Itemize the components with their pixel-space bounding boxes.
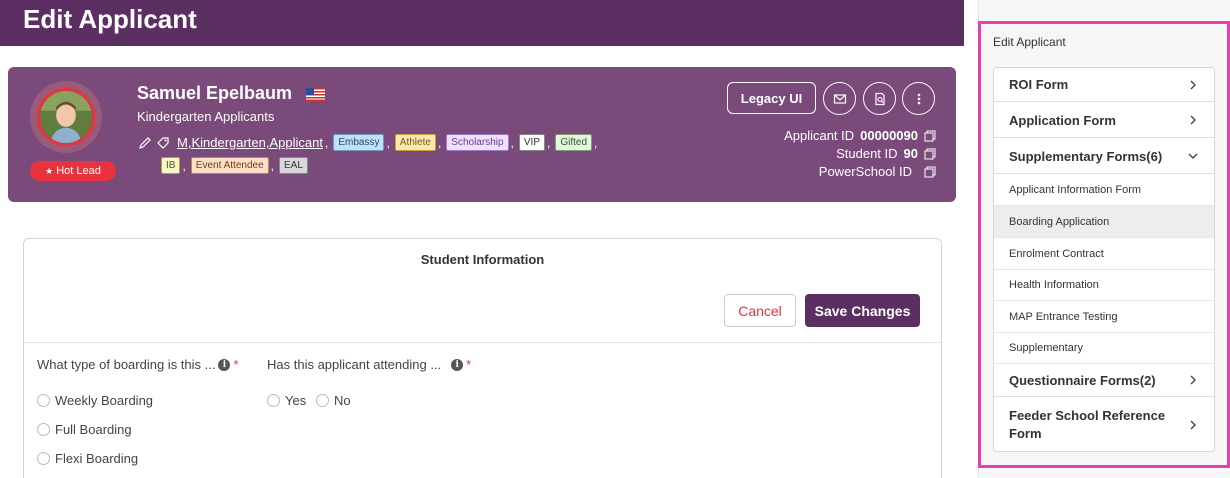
document-search-button[interactable]	[863, 82, 896, 115]
sidebar-subitem-label: Supplementary	[1009, 342, 1083, 354]
chip-ib: IB	[161, 157, 181, 174]
chip-vip: VIP	[518, 134, 546, 151]
student-id-row: Student ID 90	[784, 145, 936, 163]
sidebar-subitem-boarding-application[interactable]: Boarding Application	[994, 206, 1214, 238]
radio-label: Flexi Boarding	[55, 451, 139, 466]
sidebar-subitem-map-entrance-testing[interactable]: MAP Entrance Testing	[994, 301, 1214, 333]
radio-circle[interactable]	[37, 423, 50, 436]
id-block: Applicant ID 00000090 Student ID 90 Powe…	[784, 127, 936, 181]
chevron-right-icon	[1190, 80, 1196, 89]
copy-icon[interactable]	[924, 130, 936, 142]
chevron-right-icon	[1190, 420, 1196, 429]
page-title: Edit Applicant	[23, 4, 197, 34]
student-id-label: Student ID	[836, 146, 898, 161]
sidebar-subitem-health-information[interactable]: Health Information	[994, 270, 1214, 301]
sidebar-subitem-label: MAP Entrance Testing	[1009, 310, 1118, 323]
radio-circle[interactable]	[267, 394, 280, 407]
chip-scholarship: Scholarship	[446, 134, 509, 151]
info-icon[interactable]: i	[218, 358, 231, 371]
tag-icon	[155, 135, 171, 151]
applicant-id-value: 00000090	[860, 128, 918, 143]
more-vertical-icon	[917, 93, 920, 104]
radio-circle[interactable]	[37, 452, 50, 465]
chip-embassy: Embassy	[333, 134, 385, 151]
attending-question: Has this applicant attending ... i *	[267, 357, 472, 372]
chip-gifted: Gifted	[555, 134, 593, 151]
boarding-type-question: What type of boarding is this ... i *	[37, 357, 239, 372]
page-header: Edit Applicant	[0, 0, 964, 46]
copy-icon[interactable]	[924, 148, 936, 160]
copy-icon[interactable]	[924, 166, 936, 178]
sidebar-item-label: ROI Form	[1009, 77, 1069, 92]
radio-flexi-boarding[interactable]: Flexi Boarding	[37, 451, 138, 466]
radio-yes[interactable]: Yes	[267, 393, 306, 408]
student-id-value: 90	[903, 146, 918, 161]
avatar-photo	[40, 91, 92, 143]
sidebar-subitem-applicant-information-form[interactable]: Applicant Information Form	[994, 174, 1214, 206]
envelope-icon	[833, 93, 846, 104]
star-icon: ★	[45, 166, 54, 176]
sidebar-item-roi-form[interactable]: ROI Form	[994, 68, 1214, 102]
hot-lead-label: Hot Lead	[56, 165, 101, 177]
radio-label: No	[334, 393, 351, 408]
more-options-button[interactable]	[902, 82, 935, 115]
chevron-right-icon	[1190, 375, 1196, 385]
applicant-id-row: Applicant ID 00000090	[784, 127, 936, 145]
radio-full-boarding[interactable]: Full Boarding	[37, 422, 132, 437]
sidebar-item-label: Questionnaire Forms(2)	[1009, 372, 1156, 388]
radio-label: Full Boarding	[55, 422, 132, 437]
applicant-profile-card: ★ Hot Lead Samuel Epelbaum Kindergarten A…	[8, 67, 956, 202]
radio-weekly-boarding[interactable]: Weekly Boarding	[37, 393, 153, 408]
legacy-ui-button[interactable]: Legacy UI	[727, 82, 816, 114]
chip-athlete: Athlete	[394, 134, 436, 151]
sidebar-item-label: Supplementary Forms(6)	[1009, 148, 1163, 164]
powerschool-id-row: PowerSchool ID	[784, 163, 936, 181]
chevron-down-icon	[1188, 153, 1198, 159]
attending-label: Has this applicant attending ...	[267, 357, 442, 372]
sidebar-item-label: Feeder School Reference Form	[1009, 407, 1166, 441]
avatar-ring	[30, 81, 102, 153]
sidebar-subitem-label: Health Information	[1009, 279, 1099, 291]
radio-circle[interactable]	[37, 394, 50, 407]
powerschool-id-label: PowerSchool ID	[818, 164, 912, 179]
radio-label: Yes	[285, 393, 307, 408]
radio-no[interactable]: No	[316, 393, 351, 408]
divider	[24, 342, 941, 343]
boarding-type-label: What type of boarding is this ...	[37, 357, 216, 372]
sidebar-item-application-form[interactable]: Application Form	[994, 103, 1214, 138]
chevron-right-icon	[1190, 115, 1196, 125]
tags-link[interactable]: M,Kindergarten,Applicant	[177, 135, 323, 150]
applicant-id-label: Applicant ID	[784, 128, 855, 143]
form-navigation-panel: ROI Form Application Form Supplementary …	[993, 67, 1215, 452]
document-search-icon	[874, 92, 885, 105]
tags-row: IB, Event Attendee, EAL	[161, 157, 308, 174]
sidebar-item-questionnaire-forms[interactable]: Questionnaire Forms(2)	[994, 364, 1214, 397]
sidebar-subitem-label: Applicant Information Form	[1009, 183, 1142, 196]
sidebar-title: Edit Applicant	[993, 35, 1066, 49]
chip-event-attendee: Event Attendee	[190, 157, 269, 174]
save-changes-button[interactable]: Save Changes	[805, 294, 920, 327]
us-flag-icon	[306, 88, 325, 101]
sidebar-subitem-enrolment-contract[interactable]: Enrolment Contract	[994, 238, 1214, 270]
sidebar-item-feeder-school-reference-form[interactable]: Feeder School Reference Form	[994, 398, 1214, 451]
pencil-icon[interactable]	[137, 135, 153, 151]
applicant-group: Kindergarten Applicants	[137, 109, 275, 124]
email-button[interactable]	[823, 82, 856, 115]
sidebar-item-label: Application Form	[1009, 112, 1116, 128]
sidebar-item-supplementary-forms[interactable]: Supplementary Forms(6)	[994, 139, 1214, 174]
avatar[interactable]	[37, 88, 95, 146]
tags-row: M,Kindergarten,Applicant, Embassy, Athle…	[137, 134, 600, 151]
sidebar-subitem-label: Boarding Application	[1009, 215, 1110, 228]
sidebar-subitem-supplementary[interactable]: Supplementary	[994, 333, 1214, 364]
cancel-button[interactable]: Cancel	[724, 294, 796, 327]
student-information-form: Student Information Cancel Save Changes …	[23, 238, 942, 478]
sidebar-subitem-label: Enrolment Contract	[1009, 247, 1104, 260]
radio-label: Weekly Boarding	[55, 393, 154, 408]
form-title: Student Information	[420, 252, 545, 267]
info-icon[interactable]: i	[451, 358, 464, 371]
hot-lead-badge: ★ Hot Lead	[30, 161, 116, 181]
chip-eal: EAL	[278, 157, 308, 174]
student-name: Samuel Epelbaum	[137, 83, 293, 103]
radio-circle[interactable]	[316, 394, 329, 407]
